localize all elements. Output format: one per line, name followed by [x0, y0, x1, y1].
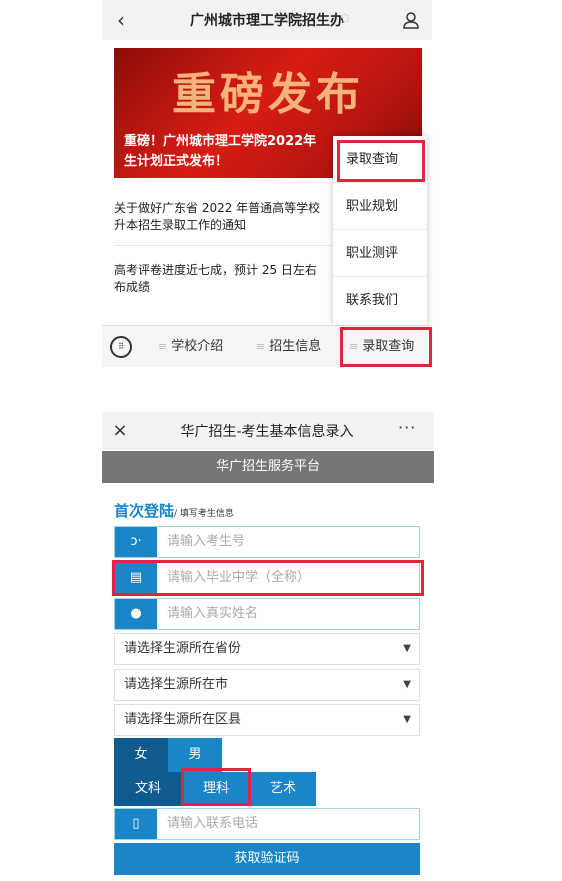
- person-icon[interactable]: [401, 10, 421, 30]
- menu-icon: ≡: [349, 340, 359, 353]
- phone-placeholder: 请输入联系电话: [167, 816, 259, 831]
- tab-label: 录取查询: [362, 339, 415, 354]
- province-select-value: 请选择生源所在省份: [124, 641, 242, 656]
- tab-label: 学校介绍: [171, 339, 224, 354]
- close-icon[interactable]: ×: [110, 419, 130, 443]
- first-login-title: 首次登陆: [114, 502, 175, 520]
- submenu-contact-us[interactable]: 联系我们: [333, 277, 427, 324]
- user-icon: ●: [115, 599, 157, 629]
- page-title: 华广招生-考生基本信息录入: [180, 424, 354, 440]
- submenu-admission-query[interactable]: 录取查询: [333, 136, 427, 183]
- city-select[interactable]: 请选择生源所在市 ▼: [114, 669, 420, 701]
- menu-icon: ≡: [256, 340, 266, 353]
- gender-female-button[interactable]: 女: [114, 738, 168, 772]
- phone-icon: ▯: [115, 809, 157, 839]
- keyboard-icon[interactable]: ⠿: [110, 336, 132, 358]
- graduate-school-field[interactable]: ▤ 请输入毕业中学（全称）: [114, 562, 420, 594]
- subject-art-button[interactable]: 艺术: [250, 772, 316, 806]
- school-icon: ▤: [115, 563, 157, 593]
- ear-icon: ◌: [340, 11, 350, 24]
- tab-school-intro[interactable]: ≡ 学校介绍: [158, 326, 238, 368]
- article-item[interactable]: 高考评卷进度近七成，预计 25 日左右 布成绩: [114, 262, 344, 296]
- chevron-down-icon: ▼: [403, 679, 411, 690]
- subject-science-button[interactable]: 理科: [182, 772, 250, 806]
- submenu-career-test[interactable]: 职业测评: [333, 230, 427, 277]
- menu-icon: ≡: [158, 340, 168, 353]
- get-code-button[interactable]: 获取验证码: [114, 843, 420, 875]
- tab-admission-query[interactable]: ≡ 录取查询: [349, 326, 429, 368]
- candidate-number-placeholder: 请输入考生号: [167, 534, 246, 549]
- chevron-down-icon: ▼: [403, 714, 411, 725]
- banner-headline: 重磅发布: [172, 69, 364, 120]
- province-select[interactable]: 请选择生源所在省份 ▼: [114, 633, 420, 665]
- screen2-header: × 华广招生-考生基本信息录入 ···: [102, 412, 434, 450]
- article-item[interactable]: 关于做好广东省 2022 年普通高等学校 升本招生录取工作的通知: [114, 200, 344, 234]
- city-select-value: 请选择生源所在市: [124, 677, 229, 692]
- submenu-career-planning[interactable]: 职业规划: [333, 183, 427, 230]
- back-icon[interactable]: ‹: [110, 8, 132, 32]
- article-title-line2: 升本招生录取工作的通知: [114, 218, 247, 232]
- phone-field[interactable]: ▯ 请输入联系电话: [114, 808, 420, 840]
- first-login-subtitle: / 填写考生信息: [174, 509, 234, 519]
- submenu-popup: 录取查询 职业规划 职业测评 联系我们: [333, 136, 427, 326]
- subject-arts-button[interactable]: 文科: [114, 772, 182, 806]
- chevron-down-icon: ▼: [403, 643, 411, 654]
- candidate-number-field[interactable]: ↄ· 请输入考生号: [114, 526, 420, 558]
- more-icon[interactable]: ···: [398, 418, 422, 437]
- real-name-field[interactable]: ● 请输入真实姓名: [114, 598, 420, 630]
- district-select-value: 请选择生源所在区县: [124, 712, 242, 727]
- divider: [114, 245, 344, 246]
- real-name-placeholder: 请输入真实姓名: [167, 606, 259, 621]
- article-title-line1: 关于做好广东省 2022 年普通高等学校: [114, 201, 321, 215]
- article-title-line2: 布成绩: [114, 280, 151, 294]
- id-icon: ↄ·: [115, 527, 157, 557]
- account-title: 广州城市理工学院招生办: [190, 13, 344, 29]
- article-title-line1: 高考评卷进度近七成，预计 25 日左右: [114, 263, 317, 277]
- screen1-header: ‹ 广州城市理工学院招生办 ◌: [102, 0, 432, 40]
- district-select[interactable]: 请选择生源所在区县 ▼: [114, 704, 420, 736]
- first-login-heading: 首次登陆/ 填写考生信息: [114, 500, 234, 521]
- platform-bar: 华广招生服务平台: [102, 451, 434, 483]
- graduate-school-placeholder: 请输入毕业中学（全称）: [167, 570, 311, 585]
- tab-label: 招生信息: [269, 339, 322, 354]
- tab-admission-info[interactable]: ≡ 招生信息: [256, 326, 336, 368]
- menu-tabbar: ⠿ ≡ 学校介绍 ≡ 招生信息 ≡ 录取查询: [102, 325, 432, 367]
- gender-male-button[interactable]: 男: [168, 738, 222, 772]
